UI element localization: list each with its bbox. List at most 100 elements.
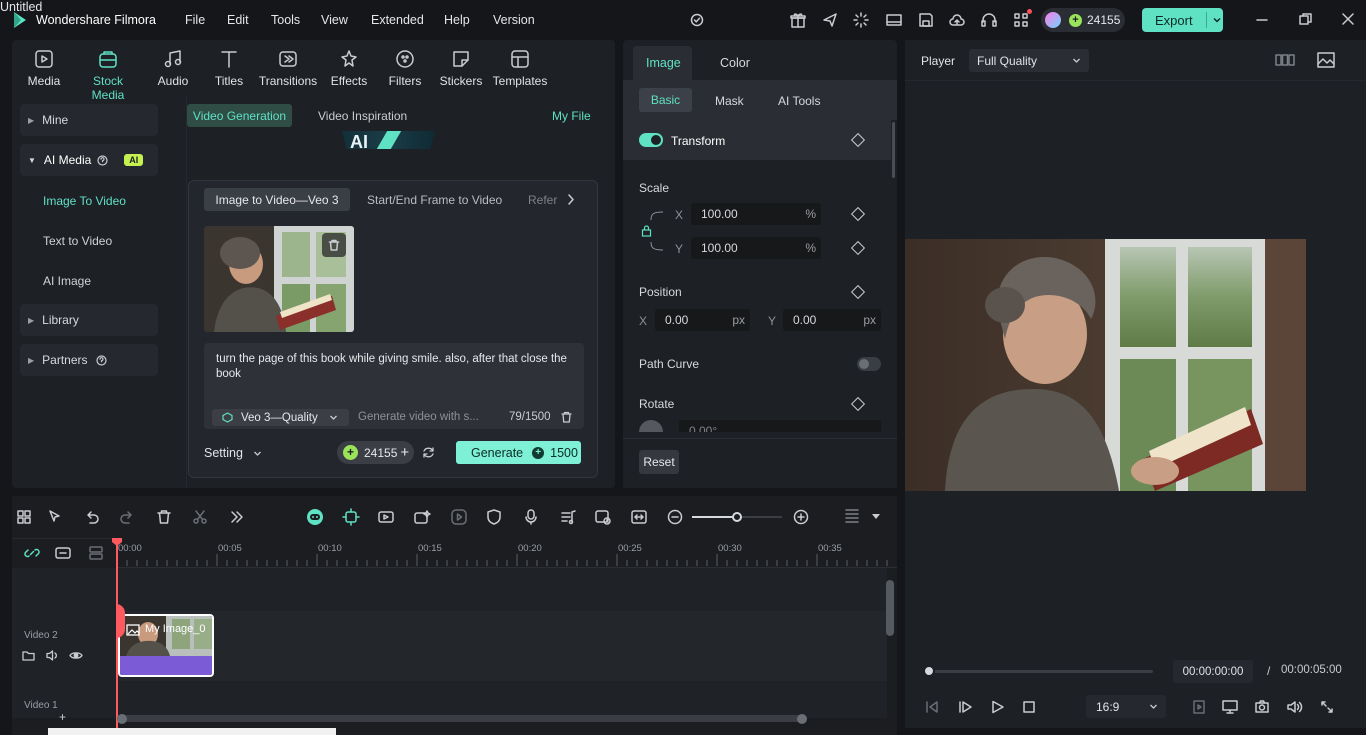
eye-icon[interactable]: [69, 649, 83, 662]
timeline-ruler[interactable]: 00:00 00:05 00:10 00:15 00:20 00:25 00:30 00:35: [117, 538, 897, 568]
tab-titles[interactable]: Titles: [199, 48, 259, 88]
tab-stock-media[interactable]: Stock Media: [78, 48, 138, 102]
menu-help[interactable]: Help: [444, 13, 470, 27]
add-track-icon[interactable]: [54, 545, 72, 561]
select-pointer-icon[interactable]: [47, 509, 63, 525]
chevron-right-icon[interactable]: [567, 194, 575, 205]
ai-banner[interactable]: AI: [342, 131, 435, 149]
split-scissors-icon[interactable]: [192, 509, 208, 525]
path-curve-toggle[interactable]: [857, 357, 881, 371]
fullscreen-icon[interactable]: [1319, 699, 1335, 715]
track-layout-icon[interactable]: [87, 545, 105, 561]
play-icon[interactable]: [989, 699, 1005, 715]
snapshot-image-icon[interactable]: [1316, 51, 1336, 69]
tab-video-inspiration[interactable]: Video Inspiration: [318, 109, 407, 123]
timeline-clip[interactable]: My Image_0: [118, 614, 214, 677]
subtab-ai-tools[interactable]: AI Tools: [778, 94, 820, 108]
cloud-upload-icon[interactable]: [948, 11, 966, 29]
headset-icon[interactable]: [980, 11, 998, 29]
undo-icon[interactable]: [84, 509, 100, 525]
lock-icon[interactable]: [641, 225, 652, 237]
prompt-textarea[interactable]: turn the page of this book while giving …: [204, 343, 584, 429]
tab-start-end-frame[interactable]: Start/End Frame to Video: [367, 193, 502, 207]
chevron-down-icon[interactable]: [1212, 15, 1222, 25]
position-keyframe-icon[interactable]: [850, 284, 866, 300]
tab-filters[interactable]: Filters: [375, 48, 435, 88]
gift-icon[interactable]: [789, 11, 807, 29]
my-file-link[interactable]: My File: [552, 109, 591, 123]
help-icon[interactable]: [97, 154, 108, 166]
sidebar-item-text-to-video[interactable]: Text to Video: [43, 234, 112, 248]
display-icon[interactable]: [1221, 699, 1239, 715]
scrubber-handle[interactable]: [923, 665, 935, 677]
sidebar-item-mine[interactable]: ▶ Mine: [20, 104, 158, 136]
subtab-basic[interactable]: Basic: [639, 88, 692, 112]
close-icon[interactable]: [1342, 13, 1354, 25]
refresh-icon[interactable]: [422, 446, 435, 459]
tab-effects[interactable]: Effects: [319, 48, 379, 88]
restore-icon[interactable]: [1299, 13, 1312, 26]
export-button[interactable]: Export: [1142, 8, 1223, 32]
auto-reframe-icon[interactable]: [377, 508, 395, 526]
quality-select[interactable]: Full Quality: [969, 49, 1089, 72]
rotate-dial[interactable]: [639, 420, 663, 432]
setting-dropdown[interactable]: Setting: [204, 446, 262, 460]
tab-templates[interactable]: Templates: [489, 48, 551, 88]
video-preview[interactable]: [905, 239, 1306, 491]
save-icon[interactable]: [917, 11, 935, 29]
reset-button[interactable]: Reset: [639, 450, 679, 474]
more-tools-icon[interactable]: [228, 509, 244, 525]
help-icon[interactable]: [95, 354, 107, 366]
tab-color[interactable]: Color: [720, 56, 750, 70]
layout-icon[interactable]: [885, 11, 903, 29]
source-image-thumbnail[interactable]: [204, 226, 354, 332]
tab-transitions[interactable]: Transitions: [258, 48, 318, 88]
menu-edit[interactable]: Edit: [227, 13, 249, 27]
scale-y-input[interactable]: 100.00 %: [691, 237, 821, 259]
sidebar-item-partners[interactable]: ▶ Partners: [20, 344, 158, 376]
link-icon[interactable]: [24, 545, 40, 561]
send-icon[interactable]: [821, 11, 839, 29]
track-density-icon[interactable]: [844, 507, 860, 527]
play-circle-icon[interactable]: [450, 508, 468, 526]
menu-file[interactable]: File: [185, 13, 205, 27]
folder-icon[interactable]: [22, 649, 35, 662]
sidebar-item-image-to-video[interactable]: Image To Video: [43, 194, 126, 208]
sidebar-item-library[interactable]: ▶ Library: [20, 304, 158, 336]
audio-mix-icon[interactable]: [559, 508, 577, 526]
redo-icon[interactable]: [119, 509, 135, 525]
add-credits-icon[interactable]: +: [400, 444, 409, 461]
credits-balance[interactable]: + 24155 +: [337, 441, 414, 464]
camera-icon[interactable]: [1254, 699, 1270, 715]
fit-timeline-icon[interactable]: [630, 508, 648, 526]
shield-icon[interactable]: [486, 508, 502, 526]
previous-frame-icon[interactable]: [924, 699, 940, 715]
add-track-plus-icon[interactable]: +: [59, 710, 66, 724]
delete-icon[interactable]: [156, 509, 172, 525]
playhead-marker[interactable]: [116, 604, 125, 638]
menu-tools[interactable]: Tools: [271, 13, 300, 27]
scale-y-keyframe-icon[interactable]: [850, 240, 866, 256]
aspect-ratio-select[interactable]: 16:9: [1086, 695, 1166, 718]
zoom-out-icon[interactable]: [667, 509, 683, 525]
minimize-icon[interactable]: [1256, 14, 1268, 26]
tab-stickers[interactable]: Stickers: [431, 48, 491, 88]
clear-prompt-icon[interactable]: [561, 411, 572, 423]
microphone-icon[interactable]: [523, 508, 539, 526]
ai-assistant-icon[interactable]: [305, 507, 325, 527]
rotate-keyframe-icon[interactable]: [850, 396, 866, 412]
subtab-mask[interactable]: Mask: [715, 94, 744, 108]
tab-video-generation[interactable]: Video Generation: [187, 104, 292, 127]
tab-image[interactable]: Image: [646, 56, 681, 70]
caret-down-icon[interactable]: [872, 514, 880, 520]
stop-icon[interactable]: [1021, 699, 1037, 715]
position-y-input[interactable]: 0.00 px: [783, 309, 881, 331]
timeline-vertical-scrollbar[interactable]: [886, 580, 894, 636]
generate-button[interactable]: Generate + 1500: [456, 441, 581, 464]
sidebar-item-ai-media[interactable]: ▼ AI Media AI: [20, 144, 158, 176]
credits-pill[interactable]: + 24155: [1041, 8, 1125, 32]
properties-scrollbar[interactable]: [892, 122, 895, 178]
timeline-horizontal-scrollbar[interactable]: [117, 715, 807, 722]
tab-audio[interactable]: Audio: [143, 48, 203, 88]
menu-view[interactable]: View: [321, 13, 348, 27]
